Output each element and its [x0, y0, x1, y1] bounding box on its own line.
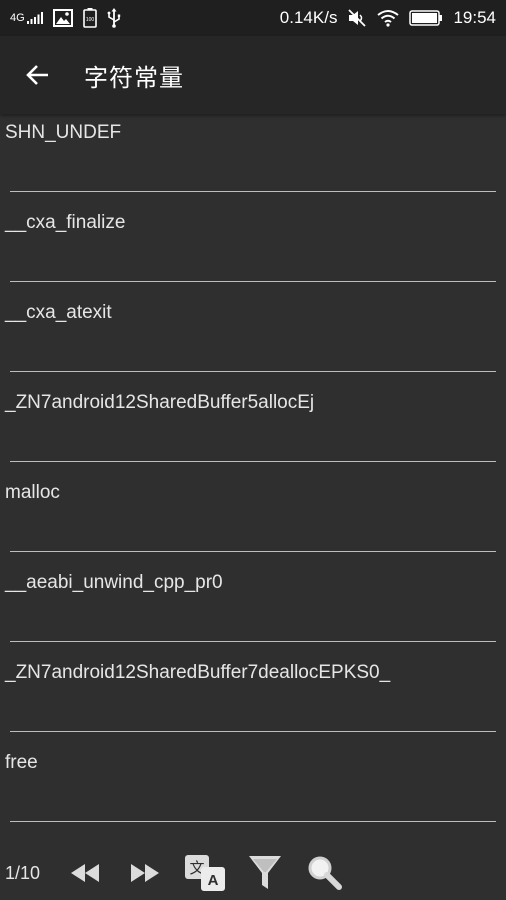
status-bar: 4G 100 0.14K/s 19:54 — [0, 0, 506, 36]
status-right: 0.14K/s 19:54 — [280, 8, 496, 28]
signal-icon: 4G — [10, 12, 43, 24]
list-item[interactable]: free — [0, 744, 506, 834]
mute-icon — [347, 8, 367, 28]
network-speed: 0.14K/s — [279, 8, 338, 27]
page-indicator: 1/10 — [5, 862, 41, 883]
battery-icon — [409, 10, 443, 26]
page-title: 字符常量 — [84, 64, 184, 92]
list-item[interactable]: _ZN7android12SharedBuffer5allocEj — [0, 384, 506, 474]
filter-button[interactable] — [235, 846, 295, 900]
wifi-icon — [377, 9, 400, 27]
list-item[interactable]: __cxa_finalize — [0, 204, 506, 294]
string-constant-list: SHN_UNDEF __cxa_finalize __cxa_atexit _Z… — [0, 114, 506, 854]
image-icon — [52, 9, 73, 27]
back-button[interactable] — [6, 36, 70, 114]
item-label: __cxa_finalize — [5, 212, 126, 233]
usb-icon — [107, 8, 121, 28]
battery-saver-icon: 100 — [82, 8, 97, 28]
fast-forward-icon — [131, 864, 159, 882]
list-item[interactable]: __cxa_atexit — [0, 294, 506, 384]
search-icon — [308, 856, 342, 890]
item-edit-field[interactable] — [10, 191, 496, 192]
list-item[interactable]: _ZN7android12SharedBuffer7deallocEPKS0_ — [0, 654, 506, 744]
filter-icon — [249, 856, 281, 889]
translate-button[interactable]: 文 A — [175, 846, 235, 900]
item-label: free — [5, 752, 38, 773]
translate-icon: 文 A — [185, 855, 225, 891]
list-item[interactable]: SHN_UNDEF — [0, 114, 506, 204]
item-label: __cxa_atexit — [5, 302, 112, 323]
list-item[interactable]: __aeabi_unwind_cpp_pr0 — [0, 564, 506, 654]
item-edit-field[interactable] — [10, 821, 496, 822]
item-label: __aeabi_unwind_cpp_pr0 — [5, 572, 223, 593]
item-label: _ZN7android12SharedBuffer7deallocEPKS0_ — [5, 662, 391, 683]
clock: 19:54 — [453, 8, 496, 27]
item-edit-field[interactable] — [10, 281, 496, 282]
network-type: 4G — [10, 12, 25, 24]
item-label: _ZN7android12SharedBuffer5allocEj — [5, 392, 315, 413]
item-edit-field[interactable] — [10, 641, 496, 642]
bottom-toolbar: 1/10 文 A — [0, 846, 506, 900]
list-item[interactable]: malloc — [0, 474, 506, 564]
battery-badge: 100 — [86, 17, 95, 23]
arrow-left-icon — [26, 65, 48, 85]
item-edit-field[interactable] — [10, 461, 496, 462]
previous-page-button[interactable] — [55, 846, 115, 900]
item-label: SHN_UNDEF — [5, 122, 122, 143]
search-button[interactable] — [295, 846, 355, 900]
item-edit-field[interactable] — [10, 371, 496, 372]
item-label: malloc — [5, 482, 60, 503]
item-edit-field[interactable] — [10, 731, 496, 732]
status-left: 4G 100 — [10, 8, 121, 28]
item-edit-field[interactable] — [10, 551, 496, 552]
next-page-button[interactable] — [115, 846, 175, 900]
app-bar: 字符常量 — [0, 36, 506, 114]
rewind-icon — [71, 864, 99, 882]
svg-text:A: A — [208, 872, 219, 889]
